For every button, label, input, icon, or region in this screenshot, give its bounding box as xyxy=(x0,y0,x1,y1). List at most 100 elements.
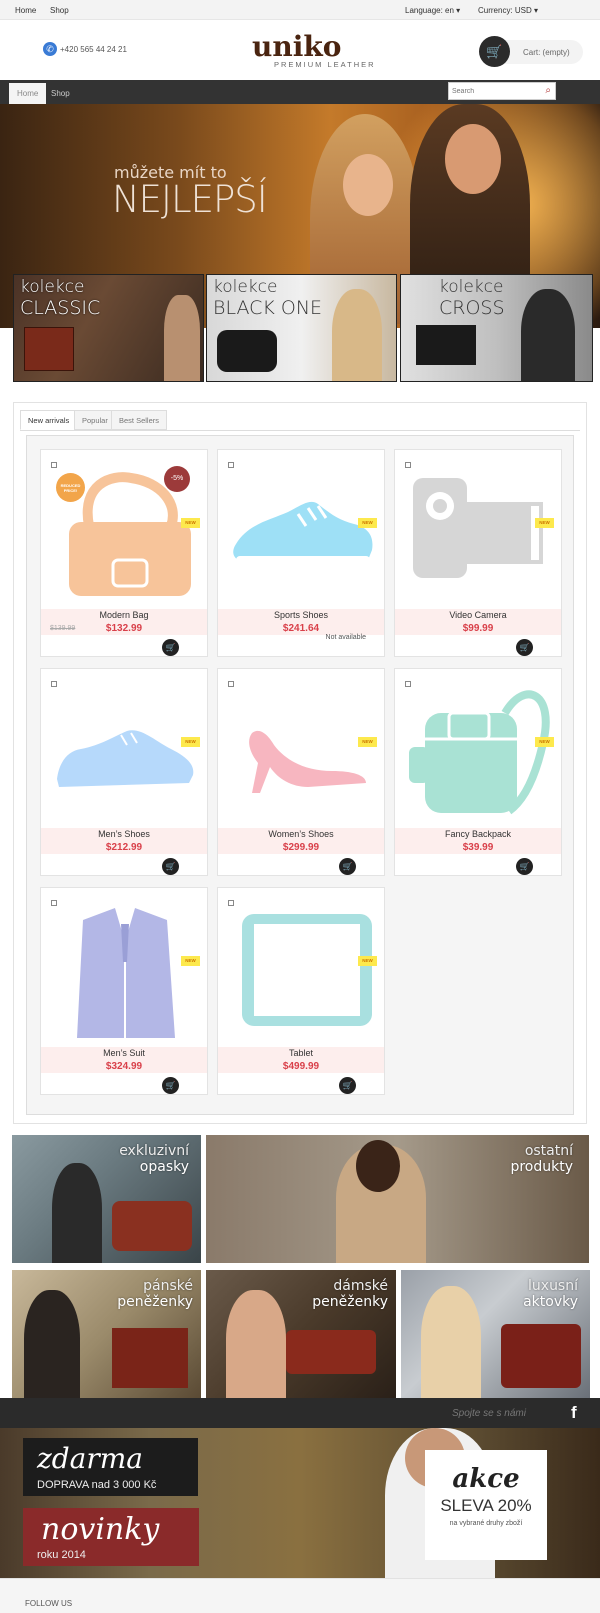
sale-box[interactable]: akce SLEVA 20% na vybrané druhy zboží xyxy=(425,1450,547,1560)
footer: FOLLOW US xyxy=(0,1578,600,1613)
collection-title: kolekce xyxy=(439,277,504,297)
promo-line-1: pánské xyxy=(143,1278,193,1294)
search-input[interactable] xyxy=(452,85,538,97)
cart-icon: 🛒 xyxy=(342,1081,353,1090)
tab-new-arrivals[interactable]: New arrivals xyxy=(20,410,78,430)
suit-icon xyxy=(77,908,175,1038)
product-name[interactable]: Tablet xyxy=(218,1048,384,1058)
cart-icon: 🛒 xyxy=(165,643,176,652)
nav-home[interactable]: Home xyxy=(9,83,47,104)
connect-label: Spojte se s námi xyxy=(452,1408,526,1419)
heel-icon xyxy=(249,730,366,793)
cart-icon: 🛒 xyxy=(165,862,176,871)
top-link-home[interactable]: Home xyxy=(15,6,36,15)
product-card[interactable]: NEW Sports Shoes $241.64 Not available xyxy=(217,449,385,657)
add-to-cart-button[interactable]: 🛒 xyxy=(162,858,179,875)
product-price: $324.99 xyxy=(105,1061,143,1072)
free-title: zdarma xyxy=(37,1442,143,1475)
new-items-box[interactable]: novinky roku 2014 xyxy=(23,1508,199,1566)
logo-subtitle: PREMIUM LEATHER xyxy=(274,60,376,69)
promo-other-products[interactable]: ostatní produkty xyxy=(206,1135,589,1263)
product-name[interactable]: Men’s Suit xyxy=(41,1048,207,1058)
free-shipping-box[interactable]: zdarma DOPRAVA nad 3 000 Kč xyxy=(23,1438,198,1496)
product-tabs: New arrivals Popular Best Sellers REDUCE… xyxy=(13,402,587,1124)
product-name[interactable]: Sports Shoes xyxy=(218,610,384,620)
social-bar: Spojte se s námi f xyxy=(0,1398,600,1428)
promo-line-2: opasky xyxy=(139,1159,189,1175)
tab-popular[interactable]: Popular xyxy=(74,410,116,430)
promo-line-1: dámské xyxy=(333,1278,388,1294)
product-card[interactable]: NEW Video Camera $99.99 🛒 xyxy=(394,449,562,657)
product-card[interactable]: NEW Tablet $499.99 🛒 xyxy=(217,887,385,1095)
phone-icon: ✆ xyxy=(43,42,57,56)
add-to-cart-button[interactable]: 🛒 xyxy=(162,639,179,656)
new-items-subtitle: roku 2014 xyxy=(37,1549,86,1561)
product-card[interactable]: NEW Men’s Shoes $212.99 🛒 xyxy=(40,668,208,876)
product-card[interactable]: NEW Fancy Backpack $39.99 🛒 xyxy=(394,668,562,876)
product-price: $99.99 xyxy=(462,623,494,634)
logo[interactable]: uniko xyxy=(252,30,341,63)
facebook-icon[interactable]: f xyxy=(571,1403,577,1423)
sneaker-icon xyxy=(233,501,373,564)
reduced-price-sticker: REDUCED PRICE! xyxy=(56,473,85,502)
product-name[interactable]: Video Camera xyxy=(395,610,561,620)
collection-cross[interactable]: kolekce CROSS xyxy=(400,274,593,382)
new-badge: NEW xyxy=(181,518,200,528)
product-price: $499.99 xyxy=(282,1061,320,1072)
backpack-icon xyxy=(409,690,550,815)
collection-name: CLASSIC xyxy=(20,297,101,319)
promo-belts[interactable]: exkluzivní opasky xyxy=(12,1135,201,1263)
promo-line-1: ostatní xyxy=(524,1143,573,1159)
product-card[interactable]: REDUCED PRICE! -5% NEW Modern Bag $139.9… xyxy=(40,449,208,657)
language-select[interactable]: Language: en ▾ xyxy=(405,6,460,15)
new-items-title: novinky xyxy=(41,1512,160,1547)
add-to-cart-button[interactable]: 🛒 xyxy=(339,858,356,875)
discount-badge: -5% xyxy=(164,466,190,492)
product-card[interactable]: NEW Men’s Suit $324.99 🛒 xyxy=(40,887,208,1095)
promo-womens-wallets[interactable]: dámské peněženky xyxy=(206,1270,396,1398)
product-name[interactable]: Fancy Backpack xyxy=(395,829,561,839)
add-to-cart-button[interactable]: 🛒 xyxy=(516,858,533,875)
product-name[interactable]: Modern Bag xyxy=(41,610,207,620)
new-badge: NEW xyxy=(181,737,200,747)
product-price: $39.99 xyxy=(462,842,494,853)
add-to-cart-button[interactable]: 🛒 xyxy=(516,639,533,656)
cart-icon: 🛒 xyxy=(479,36,510,67)
product-card[interactable]: NEW Women’s Shoes $299.99 🛒 xyxy=(217,668,385,876)
promo-line-2: peněženky xyxy=(312,1294,388,1310)
search-icon[interactable]: ⌕ xyxy=(545,85,551,96)
product-price: $212.99 xyxy=(105,842,143,853)
product-name[interactable]: Men’s Shoes xyxy=(41,829,207,839)
product-name[interactable]: Women’s Shoes xyxy=(218,829,384,839)
chevron-down-icon: ▾ xyxy=(456,6,461,15)
promo-line-1: luxusní xyxy=(528,1278,578,1294)
phone-number: +420 565 44 24 21 xyxy=(60,45,127,54)
add-to-cart-button[interactable]: 🛒 xyxy=(339,1077,356,1094)
collection-black-one[interactable]: kolekce BLACK ONE xyxy=(206,274,397,382)
promo-mens-wallets[interactable]: pánské peněženky xyxy=(12,1270,201,1398)
cart-button[interactable]: 🛒 Cart: (empty) xyxy=(479,36,583,67)
promo-line-2: produkty xyxy=(510,1159,573,1175)
header: ✆ +420 565 44 24 21 uniko PREMIUM LEATHE… xyxy=(0,20,600,80)
product-price: $132.99 xyxy=(105,623,143,634)
new-badge: NEW xyxy=(535,737,554,747)
collection-classic[interactable]: kolekce CLASSIC xyxy=(13,274,204,382)
currency-select[interactable]: Currency: USD ▾ xyxy=(478,6,538,15)
cart-icon: 🛒 xyxy=(519,862,530,871)
promo-briefcases[interactable]: luxusní aktovky xyxy=(401,1270,590,1398)
cart-label: Cart: (empty) xyxy=(523,48,570,57)
cart-icon: 🛒 xyxy=(165,1081,176,1090)
nav-shop[interactable]: Shop xyxy=(43,83,78,104)
add-to-cart-button[interactable]: 🛒 xyxy=(162,1077,179,1094)
search-box: ⌕ xyxy=(448,82,556,100)
top-link-shop[interactable]: Shop xyxy=(50,6,69,15)
product-grid: REDUCED PRICE! -5% NEW Modern Bag $139.9… xyxy=(26,435,574,1115)
promo-line-1: exkluzivní xyxy=(119,1143,189,1159)
bottom-banner: zdarma DOPRAVA nad 3 000 Kč novinky roku… xyxy=(0,1428,600,1578)
tab-best-sellers[interactable]: Best Sellers xyxy=(111,410,168,430)
collection-title: kolekce xyxy=(213,277,278,297)
product-price: $299.99 xyxy=(282,842,320,853)
new-badge: NEW xyxy=(181,956,200,966)
product-price: $241.64 xyxy=(282,623,320,634)
cart-icon: 🛒 xyxy=(342,862,353,871)
